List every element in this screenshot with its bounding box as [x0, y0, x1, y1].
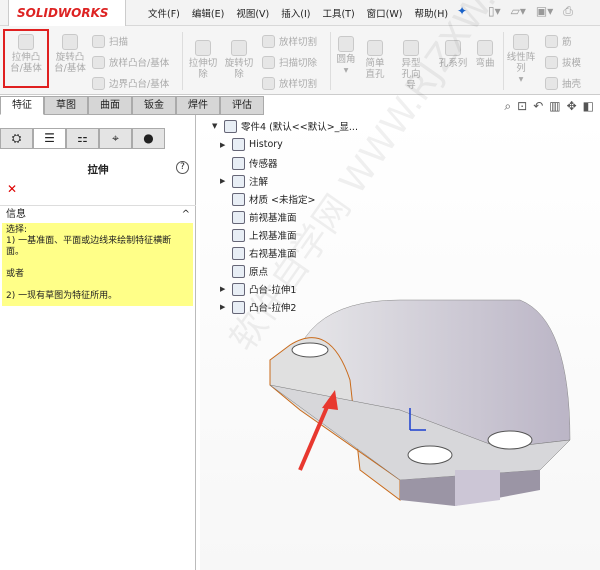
material-icon: [232, 192, 245, 206]
revolve-boss-button[interactable]: 旋转凸台/基体: [50, 34, 90, 74]
sweep-button[interactable]: 扫描: [92, 34, 128, 48]
view-orientation-icon[interactable]: ✥: [567, 99, 577, 114]
panel-title: 拉伸: [87, 164, 109, 176]
tab-surfaces[interactable]: 曲面: [88, 96, 132, 115]
tree-item-extrude2[interactable]: ▶ 凸台-拉伸2: [220, 300, 296, 314]
fillet-button[interactable]: 圆角 ▾: [334, 36, 358, 76]
shell-icon: [545, 76, 558, 90]
info-box: 选择: 1) 一基准面、平面或边线来绘制特征横断面。 或者 2) 一现有草图为特…: [2, 223, 193, 306]
rib-icon: [545, 34, 558, 48]
boundary-cut-icon: [262, 76, 275, 90]
extrude-feature-icon: [232, 282, 245, 296]
tree-item-front-plane[interactable]: 前视基准面: [220, 210, 297, 224]
tree-item-origin[interactable]: 原点: [220, 264, 268, 278]
zoom-area-icon[interactable]: ⊡: [517, 99, 527, 114]
menu-insert[interactable]: 插入(I): [281, 6, 310, 20]
display-style-icon[interactable]: ◧: [583, 99, 594, 114]
sweep-icon: [92, 34, 105, 48]
simple-hole-button[interactable]: 简单直孔: [361, 40, 389, 80]
part-icon: [224, 119, 237, 133]
extrude-cut-icon: [195, 40, 211, 56]
menu-tools[interactable]: 工具(T): [322, 6, 354, 20]
tab-weldments[interactable]: 焊件: [176, 96, 220, 115]
sensor-icon: [232, 156, 245, 170]
info-header[interactable]: 信息 ^: [0, 205, 196, 223]
revolve-cut-icon: [231, 40, 247, 56]
simple-hole-icon: [367, 40, 383, 56]
tab-evaluate[interactable]: 评估: [220, 96, 264, 115]
boundary-cut-button[interactable]: 放样切割: [262, 76, 317, 90]
draft-icon: [545, 55, 558, 69]
zoom-to-fit-icon[interactable]: ⌕: [504, 99, 511, 114]
sweep-cut-button[interactable]: 扫描切除: [262, 55, 317, 69]
revolve-icon: [62, 34, 78, 50]
loft-button[interactable]: 放样凸台/基体: [92, 55, 169, 69]
menu-window[interactable]: 窗口(W): [367, 6, 403, 20]
property-manager-tab-icon[interactable]: ☰: [33, 128, 66, 149]
section-view-icon[interactable]: ▥: [549, 99, 560, 114]
solidworks-logo[interactable]: SOLIDWORKS: [8, 0, 126, 27]
tree-item-material[interactable]: 材质 <未指定>: [220, 192, 315, 206]
history-icon: [232, 138, 245, 151]
open-icon[interactable]: ▱▾: [511, 4, 526, 19]
configuration-tab-icon[interactable]: ⚏: [66, 128, 99, 149]
feature-tree-tab-icon[interactable]: ⛭: [0, 128, 33, 149]
collapse-icon[interactable]: ^: [182, 206, 190, 224]
tree-item-top-plane[interactable]: 上视基准面: [220, 228, 297, 242]
linear-pattern-icon: [513, 34, 529, 50]
loft-cut-icon: [262, 34, 275, 48]
plane-icon: [232, 246, 245, 260]
menu-view[interactable]: 视图(V): [236, 6, 269, 20]
tree-item-annotations[interactable]: ▶ 注解: [220, 174, 268, 188]
tree-item-sensors[interactable]: 传感器: [220, 156, 278, 170]
tree-root[interactable]: ▼ 零件4 (默认<<默认>_显...: [212, 119, 358, 133]
boundary-icon: [92, 76, 105, 90]
help-icon[interactable]: ?: [176, 161, 189, 174]
tree-item-extrude1[interactable]: ▶ 凸台-拉伸1: [220, 282, 296, 296]
dimxpert-tab-icon[interactable]: ⌖: [99, 128, 132, 149]
shell-button[interactable]: 抽壳: [545, 76, 581, 90]
boundary-button[interactable]: 边界凸台/基体: [92, 76, 169, 90]
rib-button[interactable]: 筋: [545, 34, 572, 48]
origin-icon: [232, 264, 245, 278]
plane-icon: [232, 210, 245, 224]
tree-item-history[interactable]: ▶ History: [220, 138, 283, 151]
previous-view-icon[interactable]: ↶: [533, 99, 543, 114]
tab-features[interactable]: 特征: [0, 96, 44, 115]
linear-pattern-button[interactable]: 线性阵列 ▾: [506, 34, 536, 85]
loft-cut-button[interactable]: 放样切割: [262, 34, 317, 48]
loft-icon: [92, 55, 105, 69]
tab-sheet-metal[interactable]: 钣金: [132, 96, 176, 115]
property-manager: ⛭ ☰ ⚏ ⌖ ● 拉伸 ? ✕ 信息 ^ 选择: 1) 一基准面、平面或边线来绘…: [0, 115, 196, 570]
draft-button[interactable]: 拔模: [545, 55, 581, 69]
fillet-icon: [338, 36, 354, 52]
revolve-cut-button[interactable]: 旋转切除: [222, 40, 256, 80]
extrude-cut-button[interactable]: 拉伸切除: [186, 40, 220, 80]
cancel-icon[interactable]: ✕: [7, 182, 17, 196]
menu-file[interactable]: 文件(F): [148, 6, 180, 20]
tab-sketch[interactable]: 草图: [44, 96, 88, 115]
tree-item-right-plane[interactable]: 右视基准面: [220, 246, 297, 260]
annotation-icon: [232, 174, 245, 188]
save-icon[interactable]: ▣▾: [536, 4, 553, 19]
highlight-box: [3, 29, 49, 88]
menu-bar: SOLIDWORKS 文件(F) 编辑(E) 视图(V) 插入(I) 工具(T)…: [0, 0, 600, 27]
menu-edit[interactable]: 编辑(E): [192, 6, 224, 20]
extrude-feature-icon: [232, 300, 245, 314]
plane-icon: [232, 228, 245, 242]
appearance-tab-icon[interactable]: ●: [132, 128, 165, 149]
print-icon[interactable]: ⎙: [563, 4, 573, 19]
sweep-cut-icon: [262, 55, 275, 69]
